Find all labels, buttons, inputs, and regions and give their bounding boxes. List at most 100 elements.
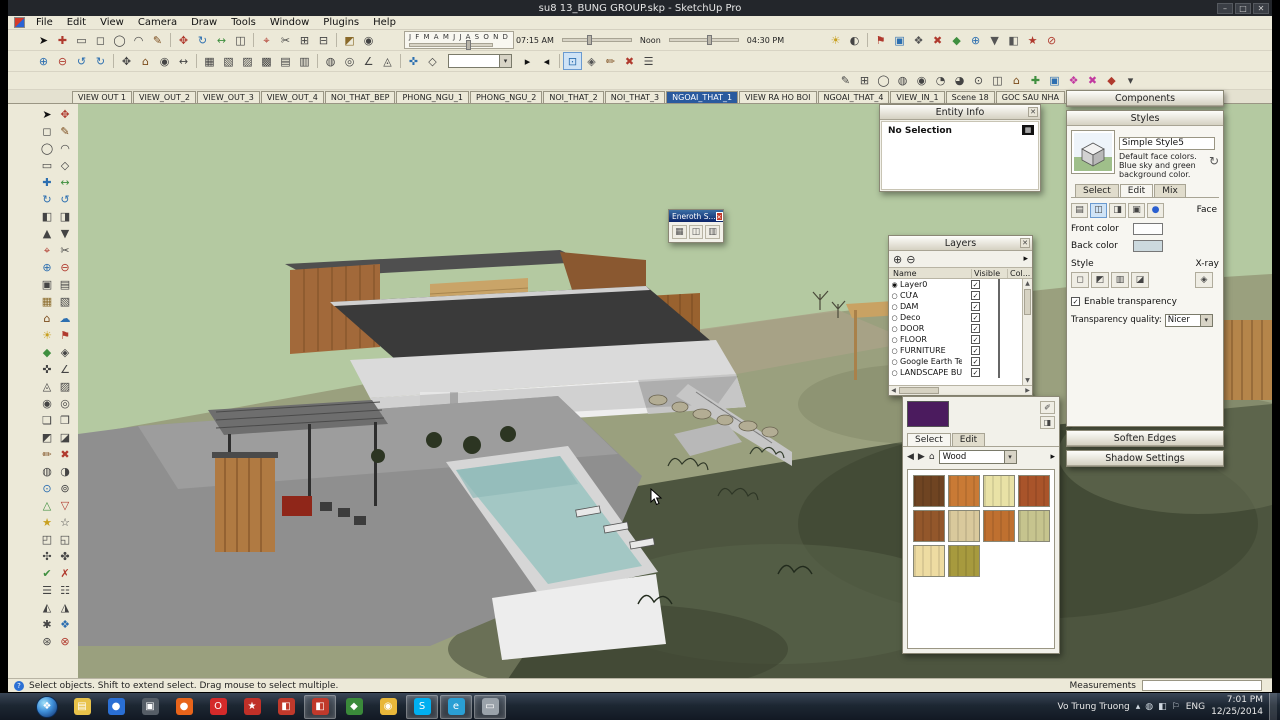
layer-color-swatch[interactable] — [998, 345, 1000, 356]
toolbar-button[interactable]: ▧ — [219, 52, 238, 70]
tool-button[interactable]: ☀ — [38, 327, 56, 344]
material-category-dropdown[interactable]: Wood ▾ — [938, 450, 1017, 464]
tool-button[interactable]: ✤ — [56, 548, 74, 565]
visible-checkbox[interactable]: ✓ — [971, 357, 980, 366]
tool-button[interactable]: ◩ — [38, 429, 56, 446]
slider-thumb[interactable] — [707, 35, 713, 45]
toolbar-button[interactable]: ⌖ — [257, 31, 276, 49]
tool-button[interactable]: ✱ — [38, 616, 56, 633]
tool-button[interactable]: ❖ — [56, 616, 74, 633]
toolbar-button[interactable] — [250, 31, 257, 49]
tool-button[interactable]: ◱ — [56, 531, 74, 548]
scroll-left-icon[interactable]: ◀ — [889, 386, 898, 395]
tool-button[interactable]: ▼ — [56, 225, 74, 242]
tool-button[interactable]: ⌖ — [38, 242, 56, 259]
tool-button[interactable]: ◰ — [38, 531, 56, 548]
taskbar-clock[interactable]: 7:01 PM 12/25/2014 — [1211, 695, 1263, 718]
toolbar-button[interactable]: ▩ — [257, 52, 276, 70]
styles-tab[interactable]: Mix — [1154, 183, 1186, 197]
menu-item[interactable]: Tools — [224, 17, 263, 28]
tool-button[interactable]: ⚑ — [56, 327, 74, 344]
toolbar-button[interactable]: ✥ — [117, 52, 136, 70]
toolbar-button[interactable]: ⊖ — [53, 52, 72, 70]
tool-button[interactable]: ❏ — [38, 412, 56, 429]
vertical-scrollbar[interactable]: ▲ ▼ — [1022, 279, 1032, 385]
column-color[interactable]: Col... — [1008, 269, 1032, 278]
shadow-months-control[interactable]: J F M A M J J A S O N D — [404, 31, 514, 50]
scroll-right-icon[interactable]: ▶ — [1023, 386, 1032, 395]
close-button[interactable]: ✕ — [1253, 2, 1269, 14]
material-swatch[interactable] — [948, 510, 980, 542]
toolbar-button[interactable] — [167, 31, 174, 49]
toolbar-button[interactable]: ★ — [1023, 31, 1042, 49]
taskbar-app-button[interactable]: ◧ — [304, 694, 336, 719]
menu-item[interactable]: Camera — [131, 17, 184, 28]
show-desktop-button[interactable] — [1269, 692, 1277, 720]
toolbar-combobox[interactable]: ▾ — [448, 54, 512, 68]
toolbar-button[interactable]: ▾ — [1121, 72, 1140, 90]
toolbar-button[interactable]: ◍ — [893, 72, 912, 90]
face-style-icon[interactable]: ◩ — [1091, 271, 1109, 288]
toolbar-button[interactable]: ✏ — [601, 52, 620, 70]
toolbar-button[interactable]: ✚ — [1026, 72, 1045, 90]
tool-button[interactable]: ◠ — [56, 140, 74, 157]
enable-transparency-checkbox[interactable]: ✓ — [1071, 297, 1080, 307]
toolbar-button[interactable]: ▣ — [1045, 72, 1064, 90]
toolbar-button[interactable] — [333, 31, 340, 49]
toolbar-button[interactable]: ⌂ — [136, 52, 155, 70]
tool-button[interactable]: ⌂ — [38, 310, 56, 327]
tool-button[interactable]: ✣ — [38, 548, 56, 565]
toolbar-button[interactable]: ✂ — [276, 31, 295, 49]
layer-row[interactable]: ○ CỬA ✓ — [889, 290, 1022, 301]
toolbar-button[interactable]: ◐ — [845, 31, 864, 49]
toolbar-button[interactable]: ✖ — [1083, 72, 1102, 90]
taskbar-app-button[interactable]: ▤ — [66, 695, 98, 719]
toolbar-button[interactable]: ◈ — [582, 52, 601, 70]
scene-tab[interactable]: NGOAI_THAT_4 — [817, 91, 890, 103]
toolbar-button[interactable]: ▣ — [890, 31, 909, 49]
add-layer-button[interactable]: ⊕ — [893, 254, 902, 265]
material-swatch[interactable] — [1018, 510, 1050, 542]
scene-tab[interactable]: VIEW_IN_1 — [890, 91, 945, 103]
scene-tab[interactable]: NOI_THAT_3 — [604, 91, 666, 103]
materials-tab[interactable]: Select — [907, 433, 951, 446]
toolbar-button[interactable]: ⊞ — [295, 31, 314, 49]
tool-button[interactable]: ▲ — [38, 225, 56, 242]
tool-button[interactable]: ⊗ — [56, 633, 74, 650]
toolbar-button[interactable]: ◠ — [129, 31, 148, 49]
toolbar-button[interactable]: ▭ — [72, 31, 91, 49]
tool-button[interactable]: ◑ — [56, 463, 74, 480]
material-swatch[interactable] — [983, 510, 1015, 542]
edit-subtab-icon[interactable]: ◨ — [1109, 202, 1126, 218]
toolbar-button[interactable]: ❖ — [1064, 72, 1083, 90]
help-icon[interactable]: ? — [14, 680, 24, 691]
scene-tab[interactable]: NOI_THAT_BEP — [324, 91, 396, 103]
scene-tab[interactable]: NOI_THAT_2 — [543, 91, 604, 103]
tool-button[interactable]: ▤ — [56, 276, 74, 293]
toolbar-button[interactable]: ➤ — [34, 31, 53, 49]
tool-button[interactable]: ◪ — [56, 429, 74, 446]
toolbar-button[interactable]: ◎ — [340, 52, 359, 70]
update-style-icon[interactable]: ↻ — [1209, 154, 1219, 168]
maximize-button[interactable]: □ — [1235, 2, 1251, 14]
materials-detail-arrow-icon[interactable]: ▸ — [1050, 452, 1055, 462]
toolbar-button[interactable]: ⚑ — [871, 31, 890, 49]
toolbar-button[interactable]: ⌂ — [1007, 72, 1026, 90]
layer-row[interactable]: ◉ Layer0 ✓ — [889, 279, 1022, 290]
layer-row[interactable]: ○ Google Earth Terrain ✓ — [889, 356, 1022, 367]
scene-tab[interactable]: PHONG_NGU_1 — [396, 91, 469, 103]
title-bar[interactable]: su8 13_BUNG GROUP.skp - SketchUp Pro – □… — [8, 0, 1272, 16]
toolbar-button[interactable]: ▨ — [238, 52, 257, 70]
tray-icon[interactable]: ◧ — [1158, 702, 1167, 712]
toolbar-button[interactable]: ✎ — [836, 72, 855, 90]
tool-button[interactable]: ◮ — [56, 599, 74, 616]
scroll-up-icon[interactable]: ▲ — [1023, 279, 1032, 288]
toolbar-button[interactable]: ☀ — [826, 31, 845, 49]
toolbar-button[interactable]: ▸ — [518, 52, 537, 70]
tool-button[interactable]: ▦ — [38, 293, 56, 310]
tool-button[interactable]: ▽ — [56, 497, 74, 514]
secondary-pane-icon[interactable]: ◨ — [1040, 416, 1055, 429]
tool-button[interactable]: ◈ — [56, 344, 74, 361]
tool-button[interactable]: ⊙ — [38, 480, 56, 497]
taskbar-app-button[interactable]: ◆ — [338, 695, 370, 719]
